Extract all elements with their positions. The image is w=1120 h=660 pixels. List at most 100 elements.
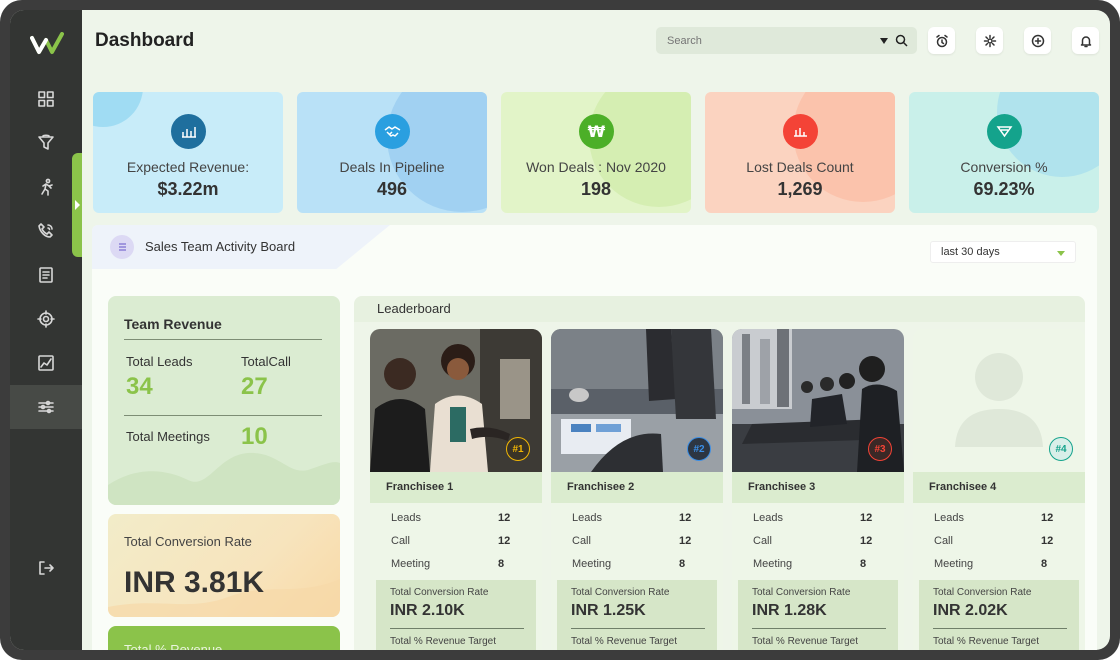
rank-badge: #4 xyxy=(1049,437,1073,461)
sidebar-item-reports[interactable] xyxy=(10,341,82,385)
franchisee-photo: #2 xyxy=(551,329,723,472)
meeting-label: Meeting xyxy=(391,558,431,570)
alarm-clock-icon xyxy=(935,34,948,47)
sidebar-collapse-toggle[interactable] xyxy=(72,153,82,257)
call-value: 12 xyxy=(1041,535,1054,547)
search-filter-dropdown-icon[interactable] xyxy=(880,38,888,44)
revenue-target-label: Total % Revenue Target xyxy=(933,636,1039,647)
app-window: Dashboard Expected Revenue: $3.22m Deals… xyxy=(10,10,1110,650)
stat-card-expected-revenue[interactable]: Expected Revenue: $3.22m xyxy=(93,92,283,213)
bar-chart-icon xyxy=(171,114,206,149)
call-value: 12 xyxy=(860,535,873,547)
leads-label: Leads xyxy=(572,512,602,524)
conversion-label: Total Conversion Rate xyxy=(933,587,1032,598)
leads-label: Leads xyxy=(391,512,421,524)
conversion-value: INR 1.25K xyxy=(571,602,646,619)
stat-card-lost-deals[interactable]: Lost Deals Count 1,269 xyxy=(705,92,895,213)
stat-card-won-deals[interactable]: ₩ Won Deals : Nov 2020 198 xyxy=(501,92,691,213)
stat-card-deals-pipeline[interactable]: Deals In Pipeline 496 xyxy=(297,92,487,213)
meeting-value: 8 xyxy=(679,558,686,570)
activity-board-title: Sales Team Activity Board xyxy=(145,239,296,254)
conversion-value: INR 1.28K xyxy=(752,602,827,619)
search-bar[interactable] xyxy=(656,27,917,54)
divider xyxy=(390,628,524,629)
logout-icon xyxy=(39,561,54,575)
rank-badge: #1 xyxy=(506,437,530,461)
total-calls-value: 27 xyxy=(241,373,268,400)
leaderboard-header xyxy=(354,296,1085,322)
franchisee-card-3[interactable]: #3 Franchisee 3 Leads 12 Call 12 Meeting… xyxy=(732,329,904,650)
device-frame: Dashboard Expected Revenue: $3.22m Deals… xyxy=(0,0,1120,660)
stat-label: Expected Revenue: xyxy=(126,159,250,175)
notifications-button[interactable] xyxy=(1072,27,1099,54)
meeting-label: Meeting xyxy=(572,558,612,570)
add-button[interactable] xyxy=(1024,27,1051,54)
total-revenue-label: Total % Revenue xyxy=(124,642,223,650)
conversion-funnel-icon xyxy=(987,114,1022,149)
alarm-button[interactable] xyxy=(928,27,955,54)
franchisee-card-2[interactable]: #2 Franchisee 2 Leads 12 Call 12 Meeting… xyxy=(551,329,723,650)
sidebar-item-settings[interactable] xyxy=(10,385,82,429)
chevron-down-icon xyxy=(1057,251,1065,256)
call-value: 12 xyxy=(679,535,692,547)
franchisee-card-1[interactable]: #1 Franchisee 1 Leads 12 Call 12 Meeting… xyxy=(370,329,542,650)
revenue-target-label: Total % Revenue Target xyxy=(390,636,496,647)
franchisee-conversion-box: Total Conversion Rate INR 2.10K Total % … xyxy=(376,580,536,650)
phone-icon xyxy=(38,223,53,238)
franchisee-card-4[interactable]: #4 Franchisee 4 Leads 12 Call 12 Meeting… xyxy=(913,329,1085,650)
total-conversion-value: INR 3.81K xyxy=(124,566,265,599)
settings-button[interactable] xyxy=(976,27,1003,54)
franchisee-photo: #1 xyxy=(370,329,542,472)
divider xyxy=(571,628,705,629)
sidebar-item-dashboard[interactable] xyxy=(10,77,82,121)
stat-value: 496 xyxy=(376,179,408,199)
decorative-wave xyxy=(108,452,340,505)
stat-label: Conversion % xyxy=(960,159,1048,175)
leads-value: 12 xyxy=(679,512,692,524)
revenue-target-label: Total % Revenue Target xyxy=(752,636,858,647)
leads-value: 12 xyxy=(860,512,873,524)
conversion-value: INR 2.10K xyxy=(390,602,465,619)
franchisee-name: Franchisee 2 xyxy=(567,481,635,493)
total-calls-label: TotalCall xyxy=(241,354,291,369)
franchisee-conversion-box: Total Conversion Rate INR 1.25K Total % … xyxy=(557,580,717,650)
sidebar-item-documents[interactable] xyxy=(10,253,82,297)
stat-label: Deals In Pipeline xyxy=(339,159,445,175)
won-icon: ₩ xyxy=(579,114,614,149)
franchisee-name: Franchisee 4 xyxy=(929,481,997,493)
call-label: Call xyxy=(391,535,410,547)
total-meetings-label: Total Meetings xyxy=(126,429,210,444)
sidebar-item-target[interactable] xyxy=(10,297,82,341)
document-icon xyxy=(39,267,53,283)
stat-card-conversion[interactable]: Conversion % 69.23% xyxy=(909,92,1099,213)
call-value: 12 xyxy=(498,535,511,547)
divider xyxy=(933,628,1067,629)
leaderboard-title: Leaderboard xyxy=(377,301,451,316)
stat-label: Won Deals : Nov 2020 xyxy=(526,159,666,175)
rank-badge: #3 xyxy=(868,437,892,461)
conversion-label: Total Conversion Rate xyxy=(390,587,489,598)
divider xyxy=(124,339,322,340)
leads-value: 12 xyxy=(498,512,511,524)
chart-icon xyxy=(38,355,54,371)
franchisee-photo: #3 xyxy=(732,329,904,472)
leads-value: 12 xyxy=(1041,512,1054,524)
search-input[interactable] xyxy=(667,34,867,47)
leads-label: Leads xyxy=(934,512,964,524)
revenue-target-label: Total % Revenue Target xyxy=(571,636,677,647)
date-range-select[interactable]: last 30 days xyxy=(930,241,1076,263)
plus-circle-icon xyxy=(1031,34,1044,47)
app-logo[interactable] xyxy=(30,32,64,58)
franchisee-conversion-box: Total Conversion Rate INR 1.28K Total % … xyxy=(738,580,898,650)
search-icon[interactable] xyxy=(895,34,908,47)
stat-label: Lost Deals Count xyxy=(746,159,854,175)
conversion-value: INR 2.02K xyxy=(933,602,1008,619)
handshake-icon xyxy=(375,114,410,149)
conversion-label: Total Conversion Rate xyxy=(571,587,670,598)
franchisee-conversion-box: Total Conversion Rate INR 2.02K Total % … xyxy=(919,580,1079,650)
logout-button[interactable] xyxy=(10,546,82,590)
meeting-label: Meeting xyxy=(934,558,974,570)
total-conversion-label: Total Conversion Rate xyxy=(124,534,252,549)
rank-badge: #2 xyxy=(687,437,711,461)
franchisee-photo-placeholder: #4 xyxy=(913,329,1085,472)
